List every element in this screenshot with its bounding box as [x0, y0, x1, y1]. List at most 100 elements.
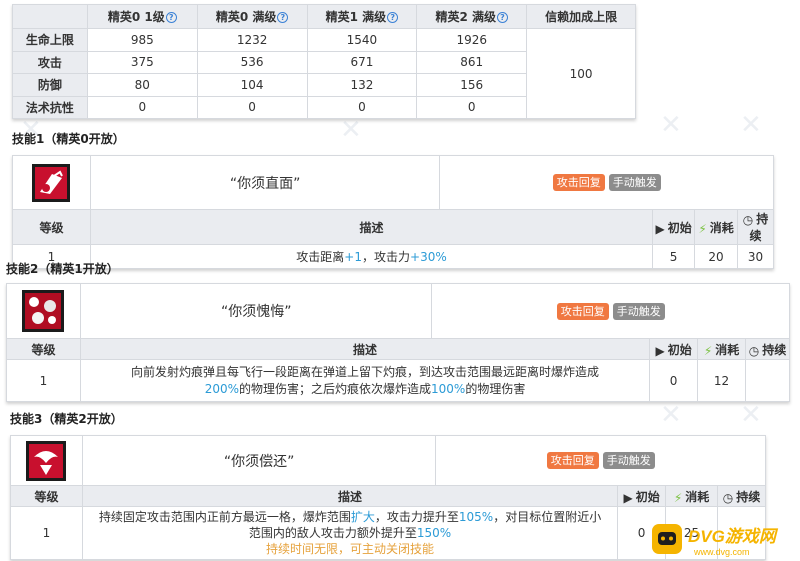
- skill-level-row: 1 攻击距离+1，攻击力+30% 5 20 30: [12, 244, 774, 269]
- stats-row-label: 防御: [12, 73, 88, 97]
- stats-cell: 156: [416, 73, 528, 97]
- stats-col-header: 精英1 满级?: [306, 4, 418, 29]
- stats-cell: 0: [86, 95, 198, 119]
- skill-note: 持续时间无限，可主动关闭技能: [266, 542, 435, 556]
- stats-col-header-trust: 信赖加成上限: [526, 4, 636, 29]
- col-header-level: 等级: [6, 338, 81, 360]
- skill-icon-cell: [12, 155, 91, 210]
- help-icon[interactable]: ?: [165, 12, 177, 23]
- col-header-init: ▶ 初始: [649, 338, 699, 360]
- play-icon: ▶: [655, 221, 665, 236]
- skill-info-row: “你须直面” 攻击回复 手动触发: [12, 155, 774, 210]
- skill-icon: [32, 163, 71, 202]
- clock-icon: ◷: [748, 343, 760, 358]
- svg-text:www.dvg.com: www.dvg.com: [693, 547, 750, 557]
- col-header-cost: ⚡ 消耗: [694, 209, 739, 245]
- skill-level: 1: [10, 506, 83, 560]
- col-header-level: 等级: [12, 209, 91, 245]
- col-header-init: ▶ 初始: [652, 209, 696, 245]
- skill-init: 0: [649, 359, 699, 402]
- background-mark: ✕: [660, 110, 682, 140]
- stats-col-header: 精英0 满级?: [196, 4, 308, 29]
- lightning-icon: ⚡: [698, 221, 707, 236]
- skill-name: “你须愧悔”: [79, 283, 433, 339]
- skill-title: 技能1（精英0开放）: [12, 132, 125, 146]
- stats-table: 精英0 1级? 精英0 满级? 精英1 满级? 精英2 满级? 信赖加成上限 生…: [12, 4, 636, 119]
- skill-header-row: 等级 描述 ▶ 初始 ⚡ 消耗 ◷ 持续: [6, 338, 790, 360]
- stats-cell: 985: [86, 28, 198, 52]
- stats-row-label: 攻击: [12, 50, 88, 74]
- skill-table: “你须直面” 攻击回复 手动触发 等级 描述 ▶ 初始 ⚡ 消耗 ◷ 持续 1 攻击距离…: [12, 155, 774, 269]
- skill-desc: 攻击距离+1，攻击力+30%: [89, 244, 654, 269]
- col-header-dur: ◷ 持续: [717, 485, 766, 507]
- col-header-cost: ⚡ 消耗: [697, 338, 747, 360]
- tag-manual-trigger: 手动触发: [612, 302, 665, 320]
- site-watermark: DVG游戏网 www.dvg.com: [648, 520, 800, 561]
- skill-table: “你须愧悔” 攻击回复 手动触发 等级 描述 ▶ 初始 ⚡ 消耗 ◷ 持续 1 向前发射…: [6, 283, 790, 402]
- lightning-icon: ⚡: [703, 343, 713, 358]
- skill-desc: 持续固定攻击范围内正前方最远一格，爆炸范围扩大，攻击力提升至105%，对目标位置…: [81, 506, 619, 560]
- skill-title: 技能3（精英2开放）: [10, 412, 123, 426]
- svg-text:DVG游戏网: DVG游戏网: [688, 527, 779, 546]
- skill-icon: [22, 290, 65, 332]
- col-header-desc: 描述: [81, 485, 619, 507]
- skill-info-row: “你须偿还” 攻击回复 手动触发: [10, 435, 766, 486]
- stats-cell: 861: [416, 50, 528, 74]
- stats-cell: 375: [86, 50, 198, 74]
- skill-desc: 向前发射灼痕弹且每飞行一段距离在弹道上留下灼痕，到达攻击范围最远距离时爆炸造成2…: [79, 359, 651, 402]
- col-header-dur: ◷ 持续: [745, 338, 790, 360]
- stats-row-label: 生命上限: [12, 28, 88, 52]
- skill-icon: [26, 440, 67, 481]
- skill-icon-cell: [10, 435, 83, 486]
- stats-cell: 671: [306, 50, 418, 74]
- skill-header-row: 等级 描述 ▶ 初始 ⚡ 消耗 ◷ 持续: [12, 209, 774, 245]
- background-mark: ✕: [740, 400, 762, 430]
- stats-cell: 80: [86, 73, 198, 97]
- help-icon[interactable]: ?: [387, 12, 399, 23]
- background-mark: ✕: [740, 110, 762, 140]
- help-icon[interactable]: ?: [277, 12, 289, 23]
- skill-init: 5: [652, 244, 696, 269]
- play-icon: ▶: [655, 343, 665, 358]
- stats-corner: [12, 4, 88, 29]
- tag-manual-trigger: 手动触发: [602, 452, 655, 469]
- skill-icon-cell: [6, 283, 81, 339]
- col-header-cost: ⚡ 消耗: [665, 485, 719, 507]
- col-header-level: 等级: [10, 485, 83, 507]
- skill-level-row: 1 向前发射灼痕弹且每飞行一段距离在弹道上留下灼痕，到达攻击范围最远距离时爆炸造…: [6, 359, 790, 402]
- stats-row-label: 法术抗性: [12, 95, 88, 119]
- stats-cell: 132: [306, 73, 418, 97]
- stats-cell: 104: [196, 73, 308, 97]
- skill-info-row: “你须愧悔” 攻击回复 手动触发: [6, 283, 790, 339]
- tag-attack-recovery: 攻击回复: [552, 174, 605, 191]
- clock-icon: ◷: [722, 490, 734, 505]
- stats-col-header: 精英2 满级?: [416, 4, 528, 29]
- skill-cost: 12: [697, 359, 747, 402]
- skill-tags: 攻击回复 手动触发: [439, 155, 774, 210]
- background-mark: ✕: [340, 115, 362, 145]
- stats-trust-cell: 100: [526, 28, 636, 119]
- col-header-desc: 描述: [89, 209, 654, 245]
- site-logo: DVG游戏网 www.dvg.com: [652, 524, 779, 557]
- skill-dur: [745, 359, 790, 402]
- stats-cell: 1232: [196, 28, 308, 52]
- stats-cell: 0: [306, 95, 418, 119]
- help-icon[interactable]: ?: [497, 12, 508, 23]
- clock-icon: ◷: [742, 213, 754, 227]
- stats-cell: 1926: [416, 28, 528, 52]
- col-header-init: ▶ 初始: [617, 485, 667, 507]
- stats-cell: 1540: [306, 28, 418, 52]
- col-header-dur: ◷ 持续: [737, 209, 774, 245]
- stats-row: 生命上限 985 1232 1540 1926 100: [12, 28, 636, 119]
- skill-tags: 攻击回复 手动触发: [435, 435, 766, 486]
- stats-cell: 536: [196, 50, 308, 74]
- stats-col-header: 精英0 1级?: [86, 4, 198, 29]
- skill-name: “你须直面”: [89, 155, 441, 210]
- background-mark: ✕: [660, 400, 682, 430]
- play-icon: ▶: [623, 490, 633, 505]
- stats-cell: 0: [196, 95, 308, 119]
- lightning-icon: ⚡: [673, 490, 683, 505]
- col-header-desc: 描述: [79, 338, 651, 360]
- skill-level: 1: [6, 359, 81, 402]
- skill-dur: 30: [737, 244, 774, 269]
